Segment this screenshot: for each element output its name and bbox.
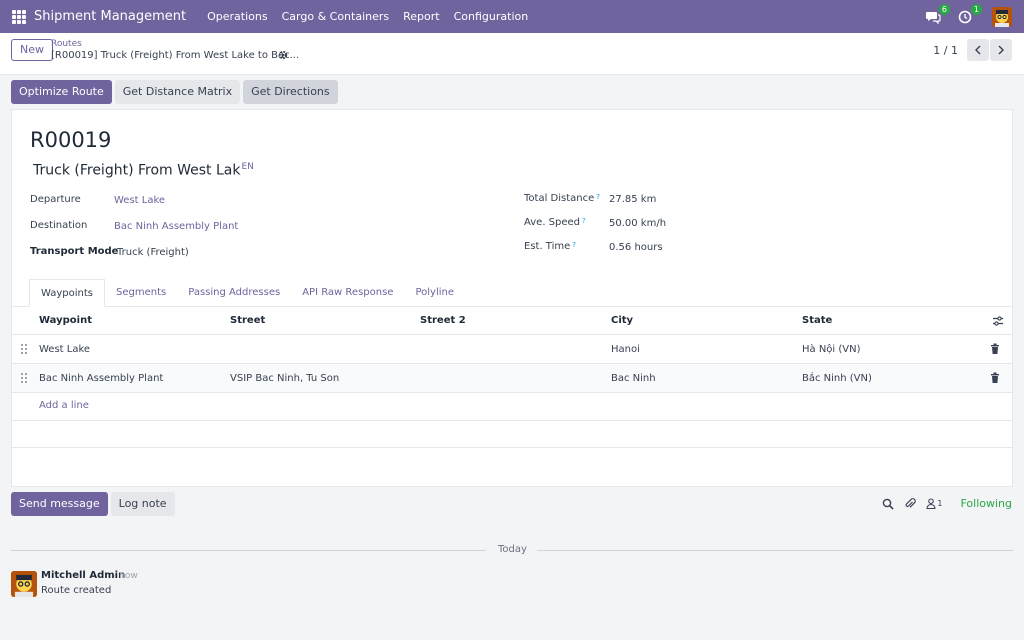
column-city[interactable]: City [611,315,633,326]
cell-waypoint[interactable]: West Lake [39,344,90,355]
date-divider-left [11,550,486,551]
menu-report[interactable]: Report [396,10,446,23]
user-avatar[interactable] [992,6,1012,27]
cell-city[interactable]: Bac Ninh [611,373,656,384]
row-divider [12,447,1012,448]
trash-icon[interactable] [990,372,1000,384]
app-brand[interactable]: Shipment Management [34,9,186,24]
row-divider [12,420,1012,421]
optimize-route-button[interactable]: Optimize Route [11,80,112,104]
activities-clock-icon[interactable]: 1 [956,3,982,26]
ave-speed-label-text: Ave. Speed [524,217,581,228]
menu-configuration[interactable]: Configuration [447,10,536,23]
search-icon[interactable] [882,498,894,510]
optional-columns-icon[interactable] [992,315,1004,327]
followers-count: 1 [937,499,943,508]
messages-icon[interactable]: 6 [924,3,950,26]
cell-waypoint[interactable]: Bac Ninh Assembly Plant [39,373,163,384]
send-message-button[interactable]: Send message [11,492,108,516]
get-directions-button[interactable]: Get Directions [243,80,338,104]
chevron-left-icon [975,45,981,55]
ave-speed-value[interactable]: 50.00 km/h [609,218,666,229]
destination-value[interactable]: Bac Ninh Assembly Plant [114,221,238,232]
chatter-buttons: Send message Log note [11,492,178,516]
pager-value[interactable]: 1 / 1 [933,44,958,57]
form-action-buttons: Optimize Route Get Distance Matrix Get D… [11,80,341,104]
help-tooltip-icon[interactable]: ? [582,217,586,225]
cell-state[interactable]: Bắc Ninh (VN) [802,373,872,384]
tab-segments[interactable]: Segments [105,279,177,307]
form-sheet: R00019 Truck (Freight) From West LakEN D… [11,109,1013,487]
messages-badge: 6 [938,3,950,15]
ave-speed-label: Ave. Speed? [524,217,586,228]
record-name-field[interactable]: Truck (Freight) From West LakEN [33,162,254,179]
column-street-2[interactable]: Street 2 [420,315,466,326]
help-tooltip-icon[interactable]: ? [596,193,600,201]
menu-cargo-containers[interactable]: Cargo & Containers [275,10,397,23]
tab-polyline[interactable]: Polyline [404,279,465,307]
breadcrumb-routes[interactable]: Routes [51,39,82,49]
table-row[interactable]: Bac Ninh Assembly Plant VSIP Bac Ninh, T… [12,364,1012,393]
est-time-label: Est. Time? [524,241,576,252]
get-distance-matrix-button[interactable]: Get Distance Matrix [114,80,241,104]
total-distance-label: Total Distance? [524,193,600,204]
cell-city[interactable]: Hanoi [611,344,640,355]
avatar[interactable] [11,571,37,597]
cell-street[interactable]: VSIP Bac Ninh, Tu Son [230,373,339,384]
transport-mode-label: Transport Mode [30,246,119,257]
activities-badge: 1 [970,3,982,15]
pager-next-button[interactable] [990,39,1012,61]
followers-button[interactable]: 1 [926,498,942,510]
drag-handle-icon[interactable] [21,373,27,383]
paperclip-icon[interactable] [904,497,917,510]
apps-menu-icon[interactable] [12,9,26,24]
total-distance-label-text: Total Distance [524,193,595,204]
date-separator-label: Today [498,544,527,555]
user-icon [926,498,936,509]
language-indicator[interactable]: EN [241,162,253,172]
message-time: - now [113,571,138,581]
main-menu: Operations Cargo & Containers Report Con… [200,10,535,23]
pager-prev-button[interactable] [967,39,989,61]
breadcrumb-current-record: [R00019] Truck (Freight) From West Lake … [51,50,300,61]
date-divider-right [537,550,1013,551]
tab-passing-addresses[interactable]: Passing Addresses [177,279,291,307]
chevron-right-icon [998,45,1004,55]
record-code[interactable]: R00019 [30,128,111,152]
log-note-button[interactable]: Log note [110,492,175,516]
column-waypoint[interactable]: Waypoint [39,315,92,326]
tab-api-raw-response[interactable]: API Raw Response [291,279,404,307]
drag-handle-icon[interactable] [21,344,27,354]
add-a-line-link[interactable]: Add a line [39,400,89,411]
destination-label: Destination [30,220,88,231]
cell-state[interactable]: Hà Nội (VN) [802,344,861,355]
control-panel: New Routes [R00019] Truck (Freight) From… [0,33,1024,75]
notebook-tabs: Waypoints Segments Passing Addresses API… [29,279,465,307]
following-button[interactable]: Following [960,497,1012,510]
est-time-value: 0.56 hours [609,242,663,253]
help-tooltip-icon[interactable]: ? [572,241,576,249]
waypoints-table-header: Waypoint Street Street 2 City State [12,307,1012,335]
transport-mode-value[interactable]: Truck (Freight) [117,247,189,258]
menu-operations[interactable]: Operations [200,10,274,23]
chatter-topbar-actions: 1 Following [872,497,1012,510]
column-state[interactable]: State [802,315,832,326]
gear-icon[interactable] [278,50,288,63]
new-button[interactable]: New [11,39,53,61]
total-distance-value: 27.85 km [609,194,657,205]
message-body: Route created [41,585,112,596]
table-row[interactable]: West Lake Hanoi Hà Nội (VN) [12,335,1012,364]
trash-icon[interactable] [990,343,1000,355]
est-time-label-text: Est. Time [524,241,571,252]
departure-label: Departure [30,194,81,205]
departure-value[interactable]: West Lake [114,195,165,206]
tab-waypoints[interactable]: Waypoints [29,279,106,307]
column-street[interactable]: Street [230,315,265,326]
record-name[interactable]: Truck (Freight) From West Lak [33,163,240,179]
top-navbar: Shipment Management Operations Cargo & C… [0,0,1024,33]
